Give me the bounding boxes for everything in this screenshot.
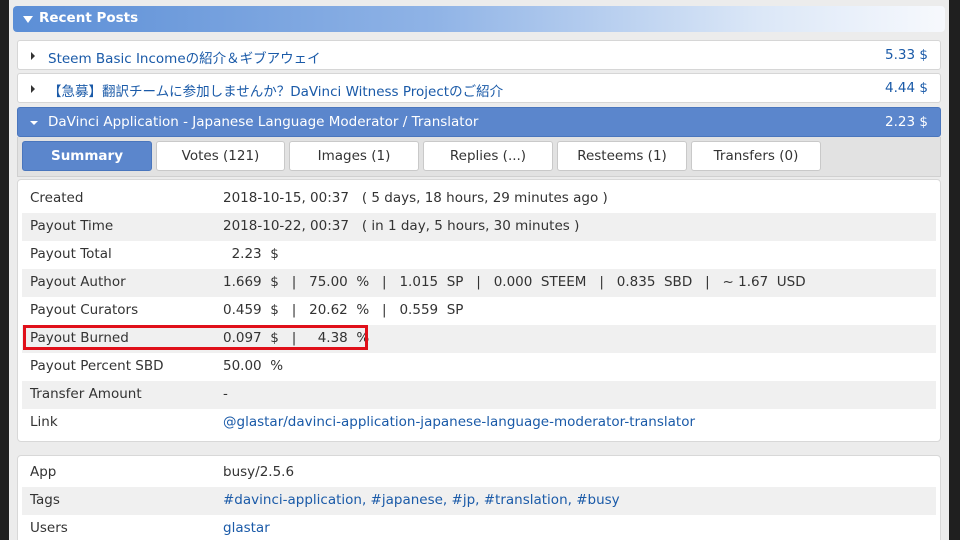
post-title[interactable]: 【急募】翻訳チームに参加しませんか？DaVinci Witness Projec… xyxy=(48,80,503,100)
row-value: 2018-10-15, 00:37 ( 5 days, 18 hours, 29… xyxy=(223,190,608,206)
post-title[interactable]: DaVinci Application - Japanese Language … xyxy=(48,114,478,130)
row-value: 50.00 % xyxy=(223,358,284,374)
post-item-1[interactable]: Steem Basic Incomeの紹介＆ギブアウェイ 5.33 $ xyxy=(17,40,941,70)
summary-row-created: Created 2018-10-15, 00:37 ( 5 days, 18 h… xyxy=(22,185,936,213)
tab-images[interactable]: Images (1) xyxy=(289,141,419,171)
row-label: App xyxy=(30,464,57,480)
row-label: Payout Total xyxy=(30,246,112,262)
meta-row-tags: Tags #davinci-application, #japanese, #j… xyxy=(22,487,936,515)
row-label: Payout Curators xyxy=(30,302,139,318)
summary-row-transfer-amount: Transfer Amount - xyxy=(22,381,936,409)
row-label: Payout Author xyxy=(30,274,126,290)
post-payout: 2.23 $ xyxy=(885,114,928,130)
post-permalink[interactable]: @glastar/davinci-application-japanese-la… xyxy=(223,414,695,430)
summary-row-link: Link @glastar/davinci-application-japane… xyxy=(22,409,936,437)
recent-posts-title: Recent Posts xyxy=(39,10,139,26)
tab-replies[interactable]: Replies (...) xyxy=(423,141,553,171)
caret-down-icon xyxy=(30,121,38,125)
summary-row-payout-total: Payout Total 2.23 $ xyxy=(22,241,936,269)
payout-burned-highlight-box xyxy=(23,325,368,350)
meta-card: App busy/2.5.6 Tags #davinci-application… xyxy=(17,455,941,540)
row-label: Tags xyxy=(30,492,60,508)
meta-row-users: Users glastar xyxy=(22,515,936,540)
user-link[interactable]: glastar xyxy=(223,520,270,536)
caret-right-icon xyxy=(31,52,35,60)
recent-posts-header[interactable]: Recent Posts xyxy=(13,6,945,32)
row-label: Transfer Amount xyxy=(30,386,142,402)
row-value: busy/2.5.6 xyxy=(223,464,295,480)
summary-row-payout-curators: Payout Curators 0.459 $ | 20.62 % | 0.55… xyxy=(22,297,936,325)
row-label: Link xyxy=(30,414,58,430)
post-payout: 4.44 $ xyxy=(885,80,928,96)
row-value: 2.23 $ xyxy=(223,246,279,262)
post-item-3-active[interactable]: DaVinci Application - Japanese Language … xyxy=(17,107,941,137)
summary-row-payout-percent-sbd: Payout Percent SBD 50.00 % xyxy=(22,353,936,381)
recent-posts-panel: Recent Posts Steem Basic Incomeの紹介＆ギブアウェ… xyxy=(9,0,949,540)
row-value: 0.459 $ | 20.62 % | 0.559 SP xyxy=(223,302,464,318)
row-value: 2018-10-22, 00:37 ( in 1 day, 5 hours, 3… xyxy=(223,218,580,234)
row-label: Payout Percent SBD xyxy=(30,358,164,374)
tab-resteems[interactable]: Resteems (1) xyxy=(557,141,687,171)
row-value: - xyxy=(223,386,228,402)
post-detail-tabs: Summary Votes (121) Images (1) Replies (… xyxy=(17,137,941,177)
summary-row-payout-author: Payout Author 1.669 $ | 75.00 % | 1.015 … xyxy=(22,269,936,297)
tab-transfers[interactable]: Transfers (0) xyxy=(691,141,821,171)
post-payout: 5.33 $ xyxy=(885,47,928,63)
tab-votes[interactable]: Votes (121) xyxy=(156,141,285,171)
row-label: Payout Time xyxy=(30,218,114,234)
summary-card: Created 2018-10-15, 00:37 ( 5 days, 18 h… xyxy=(17,179,941,442)
tag-links[interactable]: #davinci-application, #japanese, #jp, #t… xyxy=(223,492,620,508)
meta-row-app: App busy/2.5.6 xyxy=(22,459,936,487)
tab-summary[interactable]: Summary xyxy=(22,141,152,171)
row-label: Users xyxy=(30,520,68,536)
post-item-2[interactable]: 【急募】翻訳チームに参加しませんか？DaVinci Witness Projec… xyxy=(17,73,941,103)
row-value: 1.669 $ | 75.00 % | 1.015 SP | 0.000 STE… xyxy=(223,274,806,290)
row-label: Created xyxy=(30,190,84,206)
caret-right-icon xyxy=(31,85,35,93)
post-title[interactable]: Steem Basic Incomeの紹介＆ギブアウェイ xyxy=(48,47,321,67)
caret-down-icon xyxy=(23,16,33,23)
summary-row-payout-time: Payout Time 2018-10-22, 00:37 ( in 1 day… xyxy=(22,213,936,241)
